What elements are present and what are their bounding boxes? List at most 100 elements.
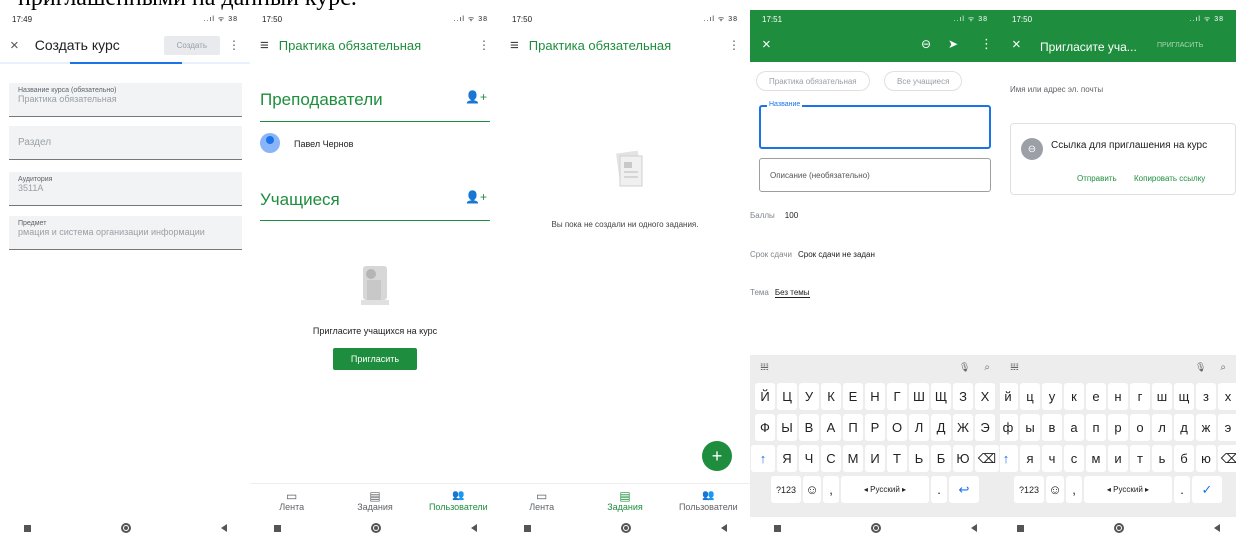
close-icon[interactable]: × — [10, 37, 19, 54]
class-chip[interactable]: Практика обязательная — [756, 71, 870, 91]
key-р[interactable]: р — [1108, 414, 1128, 441]
key-б[interactable]: б — [1174, 445, 1194, 472]
tab-people[interactable]: 👥 Пользователи — [417, 484, 500, 517]
key-в[interactable]: в — [1042, 414, 1062, 441]
home-icon[interactable] — [1113, 523, 1124, 533]
invite-button[interactable]: Пригласить — [333, 348, 417, 370]
key-н[interactable]: н — [1108, 383, 1128, 410]
key-щ[interactable]: щ — [1174, 383, 1194, 410]
space-key[interactable]: ◂ Русский ▸ — [1084, 476, 1172, 503]
key-д[interactable]: д — [931, 414, 951, 441]
keyboard-grid-icon[interactable]: 𝍐 — [1010, 362, 1019, 373]
key-ф[interactable]: ф — [755, 414, 775, 441]
key-с[interactable]: с — [1064, 445, 1084, 472]
key-х[interactable]: х — [1218, 383, 1236, 410]
key-д[interactable]: д — [1174, 414, 1194, 441]
key-а[interactable]: а — [1064, 414, 1084, 441]
students-chip[interactable]: Все учащиеся — [884, 71, 963, 91]
home-icon[interactable] — [620, 523, 631, 533]
recent-apps-icon[interactable] — [1016, 524, 1024, 532]
key-щ[interactable]: щ — [931, 383, 951, 410]
key-п[interactable]: п — [1086, 414, 1106, 441]
email-input[interactable]: Имя или адрес эл. почты — [1010, 85, 1103, 94]
send-link-button[interactable]: Отправить — [1077, 174, 1117, 183]
key-х[interactable]: х — [975, 383, 995, 410]
key-к[interactable]: к — [1064, 383, 1084, 410]
period-key[interactable]: . — [931, 476, 947, 503]
home-icon[interactable] — [870, 523, 881, 533]
key-э[interactable]: э — [975, 414, 995, 441]
attach-icon[interactable]: ⊖ — [921, 37, 931, 51]
keyboard-grid-icon[interactable]: 𝍐 — [760, 362, 769, 373]
mic-icon[interactable]: 🎙 — [959, 362, 970, 372]
key-к[interactable]: к — [821, 383, 841, 410]
close-icon[interactable]: × — [762, 36, 771, 53]
numbers-key[interactable]: ?123 — [771, 476, 801, 503]
backspace-key[interactable]: ⌫ — [975, 445, 999, 472]
key-ы[interactable]: ы — [777, 414, 797, 441]
create-fab[interactable]: + — [702, 441, 732, 471]
key-ч[interactable]: ч — [799, 445, 819, 472]
key-ц[interactable]: ц — [777, 383, 797, 410]
key-у[interactable]: у — [1042, 383, 1062, 410]
key-ю[interactable]: ю — [1196, 445, 1216, 472]
back-icon[interactable] — [720, 524, 727, 532]
numbers-key[interactable]: ?123 — [1014, 476, 1044, 503]
key-ц[interactable]: ц — [1020, 383, 1040, 410]
more-icon[interactable]: ⋮ — [728, 38, 740, 52]
key-и[interactable]: и — [1108, 445, 1128, 472]
key-т[interactable]: т — [887, 445, 907, 472]
key-л[interactable]: л — [909, 414, 929, 441]
key-ж[interactable]: ж — [1196, 414, 1216, 441]
key-ь[interactable]: ь — [1152, 445, 1172, 472]
key-э[interactable]: э — [1218, 414, 1236, 441]
key-г[interactable]: г — [887, 383, 907, 410]
backspace-key[interactable]: ⌫ — [1218, 445, 1236, 472]
topic-row[interactable]: Тема Без темы — [750, 288, 810, 298]
enter-key[interactable]: ↩ — [949, 476, 979, 503]
back-icon[interactable] — [970, 524, 977, 532]
back-icon[interactable] — [470, 524, 477, 532]
menu-icon[interactable]: ≡ — [260, 37, 269, 54]
key-ь[interactable]: ь — [909, 445, 929, 472]
invite-button[interactable]: ПРИГЛАСИТЬ — [1157, 42, 1203, 49]
key-о[interactable]: о — [1130, 414, 1150, 441]
recent-apps-icon[interactable] — [773, 524, 781, 532]
recent-apps-icon[interactable] — [273, 524, 281, 532]
key-в[interactable]: в — [799, 414, 819, 441]
key-т[interactable]: т — [1130, 445, 1150, 472]
tab-people[interactable]: 👥 Пользователи — [667, 484, 750, 517]
back-icon[interactable] — [1213, 524, 1220, 532]
key-е[interactable]: е — [843, 383, 863, 410]
key-ч[interactable]: ч — [1042, 445, 1062, 472]
shift-key[interactable]: ↑ — [751, 445, 775, 472]
emoji-key[interactable]: ☺ — [803, 476, 821, 503]
key-з[interactable]: з — [1196, 383, 1216, 410]
back-icon[interactable] — [220, 524, 227, 532]
key-о[interactable]: о — [887, 414, 907, 441]
key-у[interactable]: у — [799, 383, 819, 410]
more-icon[interactable]: ⋮ — [478, 38, 490, 52]
comma-key[interactable]: , — [823, 476, 839, 503]
key-м[interactable]: м — [843, 445, 863, 472]
recent-apps-icon[interactable] — [523, 524, 531, 532]
course-name-field[interactable]: Название курса (обязательно) Практика обя… — [9, 83, 242, 117]
shift-key[interactable]: ↑ — [1000, 445, 1018, 472]
key-г[interactable]: г — [1130, 383, 1150, 410]
key-ы[interactable]: ы — [1020, 414, 1040, 441]
tab-classwork[interactable]: ▤ Задания — [583, 484, 666, 517]
key-а[interactable]: а — [821, 414, 841, 441]
description-field[interactable]: Описание (необязательно) — [759, 158, 991, 192]
key-п[interactable]: п — [843, 414, 863, 441]
key-н[interactable]: н — [865, 383, 885, 410]
key-ю[interactable]: ю — [953, 445, 973, 472]
menu-icon[interactable]: ≡ — [510, 37, 519, 54]
key-й[interactable]: й — [1000, 383, 1018, 410]
more-icon[interactable]: ⋮ — [980, 36, 993, 52]
comma-key[interactable]: , — [1066, 476, 1082, 503]
mic-icon[interactable]: 🎙 — [1195, 362, 1206, 372]
close-icon[interactable]: × — [1012, 36, 1021, 53]
key-я[interactable]: я — [1020, 445, 1040, 472]
emoji-key[interactable]: ☺ — [1046, 476, 1064, 503]
period-key[interactable]: . — [1174, 476, 1190, 503]
